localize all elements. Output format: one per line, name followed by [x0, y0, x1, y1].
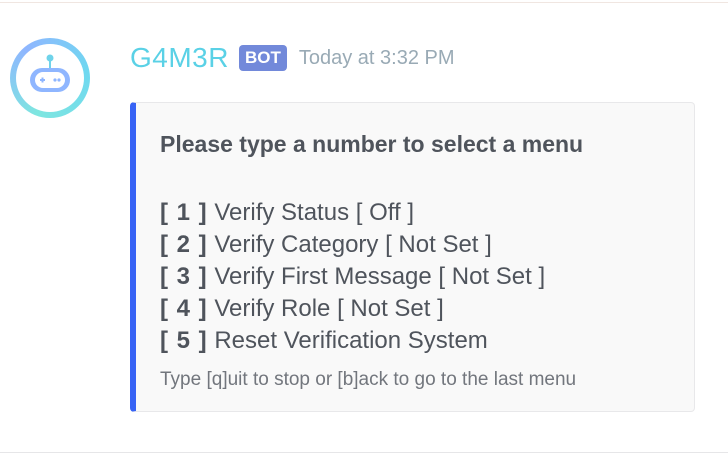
top-divider — [0, 2, 728, 3]
menu-item-3[interactable]: [ 3 ] Verify First Message [ Not Set ] — [160, 261, 545, 293]
message-embed: Please type a number to select a menu [ … — [130, 102, 695, 412]
menu-item-4[interactable]: [ 4 ] Verify Role [ Not Set ] — [160, 293, 545, 325]
avatar[interactable] — [10, 38, 90, 118]
menu-item-label: Verify First Message [ Not Set ] — [214, 263, 546, 290]
menu-item-number: [ 2 ] — [160, 231, 208, 258]
bottom-divider — [0, 452, 728, 453]
menu-list: [ 1 ] Verify Status [ Off ] [ 2 ] Verify… — [160, 197, 545, 357]
menu-item-label: Verify Role [ Not Set ] — [214, 295, 444, 322]
menu-item-label: Verify Category [ Not Set ] — [214, 231, 492, 258]
menu-item-label: Verify Status [ Off ] — [214, 199, 414, 226]
menu-item-number: [ 1 ] — [160, 199, 208, 226]
menu-item-1[interactable]: [ 1 ] Verify Status [ Off ] — [160, 197, 545, 229]
robot-icon — [30, 54, 70, 92]
embed-title: Please type a number to select a menu — [160, 131, 584, 157]
menu-item-5[interactable]: [ 5 ] Reset Verification System — [160, 325, 545, 357]
message-timestamp: Today at 3:32 PM — [298, 46, 455, 69]
bot-badge: BOT — [238, 45, 287, 71]
embed-footer: Type [q]uit to stop or [b]ack to go to t… — [160, 369, 577, 390]
menu-item-2[interactable]: [ 2 ] Verify Category [ Not Set ] — [160, 229, 545, 261]
menu-item-number: [ 4 ] — [160, 295, 208, 322]
avatar-inner — [16, 44, 84, 112]
message-header: G4M3R BOT Today at 3:32 PM — [130, 38, 455, 78]
menu-item-label: Reset Verification System — [214, 327, 488, 354]
chat-page: G4M3R BOT Today at 3:32 PM Please type a… — [0, 0, 728, 456]
author-name[interactable]: G4M3R — [130, 42, 229, 74]
menu-item-number: [ 5 ] — [160, 327, 208, 354]
menu-item-number: [ 3 ] — [160, 263, 208, 290]
